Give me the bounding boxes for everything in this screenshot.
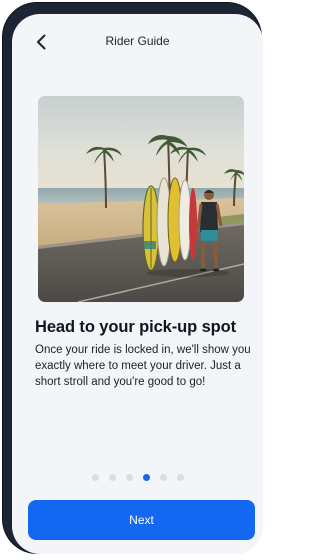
hero-image — [38, 96, 244, 302]
page-dot-5[interactable] — [159, 474, 167, 481]
phone-frame: Rider Guide Head to your pick-up spot On… — [3, 3, 263, 554]
page-dot-4-active[interactable] — [142, 474, 150, 481]
onboarding-heading: Head to your pick-up spot — [35, 318, 237, 336]
page-title: Rider Guide — [105, 34, 170, 48]
page-dot-3[interactable] — [125, 474, 133, 481]
next-button[interactable]: Next — [28, 500, 255, 540]
pagination-dots — [12, 474, 263, 481]
page-dot-6[interactable] — [176, 474, 184, 481]
app-screen: Rider Guide Head to your pick-up spot On… — [12, 14, 263, 554]
page-dot-1[interactable] — [91, 474, 99, 481]
beach-surfboards-illustration — [38, 96, 244, 302]
onboarding-description: Once your ride is locked in, we'll show … — [35, 344, 251, 388]
page-dot-2[interactable] — [108, 474, 116, 481]
top-bar: Rider Guide — [12, 14, 263, 70]
